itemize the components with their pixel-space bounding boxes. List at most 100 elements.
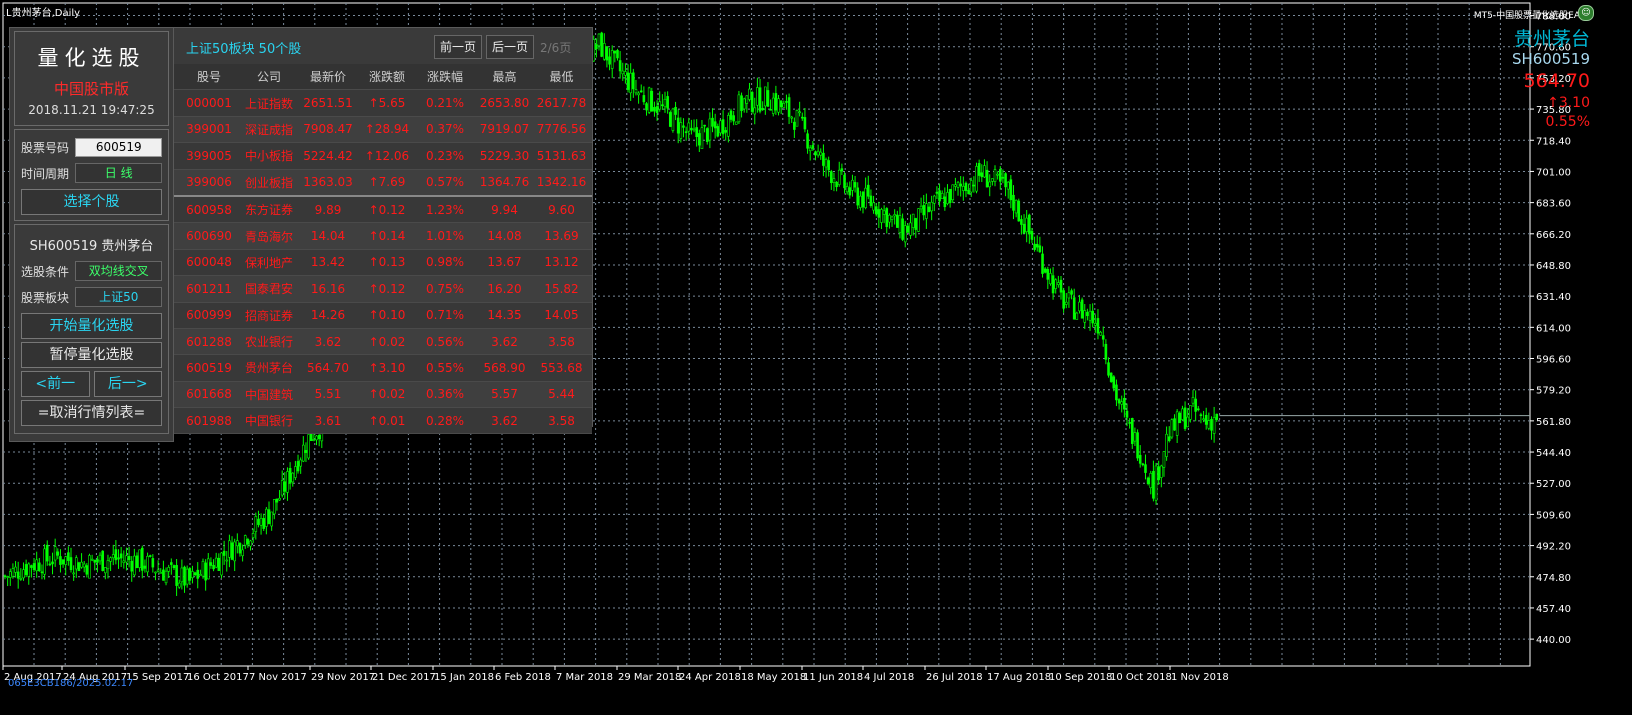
candle-body (1104, 343, 1108, 360)
candle-body (848, 187, 852, 196)
cell-change: ↑5.65 (368, 96, 406, 111)
candle-body (1138, 454, 1142, 464)
current-stock: SH600519 贵州茅台 (29, 239, 154, 254)
candle-body (1009, 179, 1013, 201)
next-stock-button[interactable]: 后一> (93, 371, 162, 397)
candle-body (43, 548, 46, 575)
candle-body (1199, 414, 1203, 416)
candle-body (1049, 273, 1052, 285)
y-tick-label: 648.80 (1536, 261, 1571, 272)
table-row[interactable]: 399005 中小板指 5224.42 ↑12.06 0.23% 5229.30 5131.… (174, 143, 592, 170)
candle-body (1212, 417, 1216, 434)
quote-list-caption: 上证50板块 50个股 (186, 42, 302, 57)
candle-body (996, 173, 999, 176)
candle-body (785, 101, 788, 103)
candle-body (64, 556, 68, 565)
cell-low: 9.60 (548, 202, 575, 217)
x-tick-label: 10 Sep 2018 (1049, 672, 1112, 683)
candle-body (703, 124, 706, 127)
table-row[interactable]: 600519 贵州茅台 564.70 ↑3.10 0.55% 568.90 553.68 (174, 355, 592, 382)
candle-body (1101, 335, 1105, 340)
condition-value[interactable]: 双均线交叉 (75, 261, 162, 281)
candle-body (106, 560, 110, 570)
candle-body (616, 50, 619, 59)
cell-last-price: 5224.42 (303, 148, 353, 163)
prev-stock-button[interactable]: <前一 (21, 371, 90, 397)
table-row[interactable]: 601211 国泰君安 16.16 ↑0.12 0.75% 16.20 15.82 (174, 276, 592, 303)
table-row[interactable]: 600048 保利地产 13.42 ↑0.13 0.98% 13.67 13.12 (174, 249, 592, 277)
cell-last-price: 3.62 (314, 334, 342, 349)
cell-change: ↑3.10 (368, 360, 406, 375)
symbol-change-pct: 0.55% (1545, 114, 1590, 130)
candle-body (32, 563, 36, 571)
next-page-button[interactable]: 后一页 (486, 35, 534, 59)
sector-label: 股票板块 (21, 290, 70, 305)
candle-body (719, 120, 722, 134)
table-row[interactable]: 601288 农业银行 3.62 ↑0.02 0.56% 3.62 3.58 (174, 328, 592, 356)
cancel-quote-list-button[interactable]: =取消行情列表= (21, 400, 162, 426)
cell-change: ↑0.12 (368, 202, 406, 217)
candle-body (803, 117, 807, 130)
candle-body (98, 554, 102, 562)
candle-body (946, 192, 949, 204)
table-row[interactable]: 399001 深证成指 7908.47 ↑28.94 0.37% 7919.07 7776.… (174, 116, 592, 144)
candle-body (1204, 414, 1208, 425)
x-tick-label: 10 Oct 2018 (1110, 672, 1172, 683)
candle-body (278, 497, 281, 501)
table-row[interactable]: 601988 中国银行 3.61 ↑0.01 0.28% 3.62 3.58 (174, 408, 592, 435)
candle-body (597, 33, 601, 46)
start-screening-button[interactable]: 开始量化选股 (21, 313, 162, 339)
cell-low: 14.05 (544, 308, 579, 323)
cell-low: 13.69 (544, 229, 579, 244)
pause-screening-button[interactable]: 暂停量化选股 (21, 342, 162, 368)
candle-body (1215, 413, 1219, 420)
candle-body (288, 468, 292, 484)
candle-body (280, 480, 284, 496)
candle-body (1133, 432, 1137, 442)
candle-body (101, 550, 104, 572)
candle-body (906, 225, 910, 233)
candle-body (1181, 408, 1184, 420)
cell-change: ↑0.01 (368, 413, 406, 428)
header-last-price: 最新价 (309, 70, 346, 85)
stock-code-input[interactable]: 600519 (75, 137, 162, 157)
cell-change: ↑0.10 (368, 308, 406, 323)
y-tick-label: 614.00 (1536, 323, 1571, 334)
candle-body (632, 72, 635, 90)
candle-body (771, 97, 775, 114)
table-row[interactable]: 600999 招商证券 14.26 ↑0.10 0.71% 14.35 14.05 (174, 302, 592, 329)
prev-page-button[interactable]: 前一页 (434, 35, 482, 59)
candle-body (753, 107, 757, 115)
candle-body (209, 562, 213, 566)
page-indicator: 2/6页 (540, 41, 572, 55)
candle-body (967, 189, 970, 195)
table-row[interactable]: 000001 上证指数 2651.51 ↑5.65 0.21% 2653.80 2617.7… (174, 90, 592, 117)
table-row[interactable]: 600690 青岛海尔 14.04 ↑0.14 1.01% 14.08 13.69 (174, 223, 592, 250)
candle-body (146, 555, 149, 573)
candle-body (122, 560, 126, 563)
candle-body (806, 133, 809, 149)
table-row[interactable]: 601668 中国建筑 5.51 ↑0.02 0.36% 5.57 5.44 (174, 381, 592, 409)
candle-body (96, 559, 99, 563)
candle-body (159, 572, 163, 574)
candle-body (901, 218, 904, 240)
sector-value[interactable]: 上证50 (75, 287, 162, 307)
candle-body (750, 91, 754, 112)
table-row[interactable]: 399006 创业板指 1363.03 ↑7.69 0.57% 1364.76 1342.1… (174, 169, 592, 197)
candle-body (914, 218, 918, 230)
x-tick-label: 7 Mar 2018 (556, 672, 613, 683)
candle-body (1149, 473, 1153, 489)
cell-code: 600690 (186, 229, 232, 244)
candle-body (724, 130, 728, 133)
ea-smiley-icon[interactable]: ☺ (1578, 5, 1594, 21)
candle-body (893, 214, 896, 217)
header-low: 最低 (549, 70, 574, 85)
candle-body (962, 186, 965, 191)
candle-body (639, 90, 643, 93)
select-stock-button[interactable]: 选择个股 (21, 189, 162, 215)
cell-change-pct: 1.23% (425, 202, 465, 217)
candle-body (711, 117, 714, 127)
candle-body (1088, 310, 1092, 321)
period-value[interactable]: 日 线 (75, 163, 162, 183)
table-row[interactable]: 600958 东方证券 9.89 ↑0.12 1.23% 9.94 9.60 (174, 196, 592, 224)
